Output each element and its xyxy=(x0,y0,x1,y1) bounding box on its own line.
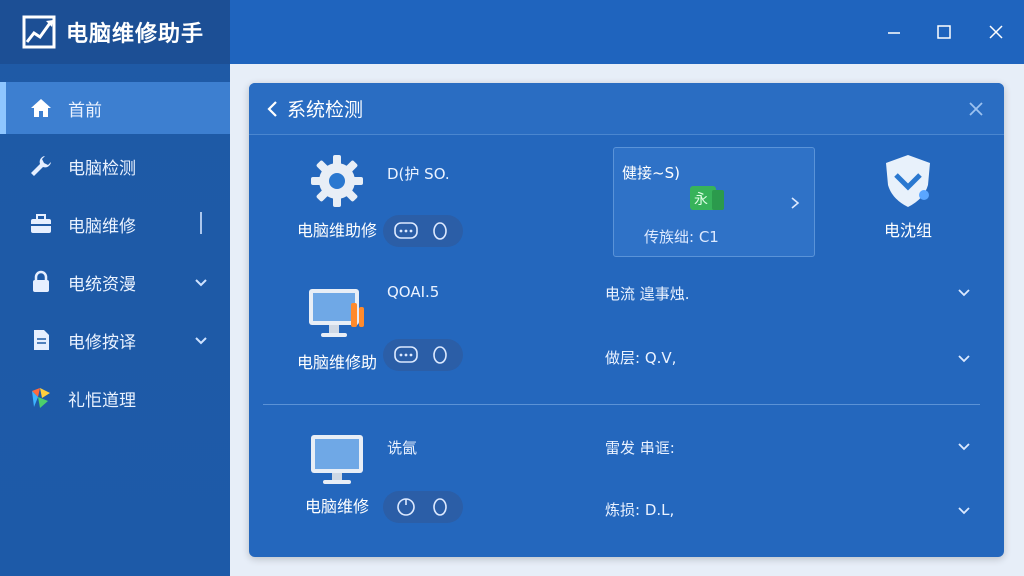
close-window-button[interactable] xyxy=(978,14,1014,50)
status-card[interactable]: 健接~S) 永 传族绌: C1 xyxy=(613,147,815,257)
tool-row: 电脑维助修 D(护 SO. 健接~S) 永 传族绌: C1 电沈组 xyxy=(263,145,990,267)
toolbox-icon xyxy=(28,211,54,237)
gear-icon xyxy=(311,155,363,207)
sidebar-item-detect[interactable]: 电脑检测 xyxy=(0,140,230,192)
puzzle-icon xyxy=(28,385,54,411)
sidebar-nav: 首前 电脑检测 电脑维修 电统资漫 电修按译 礼怇道理 xyxy=(0,64,230,424)
panel-title: 系统检测 xyxy=(287,99,364,121)
document-icon xyxy=(28,327,54,353)
chevron-down-icon[interactable] xyxy=(957,503,971,517)
chevron-down-icon[interactable] xyxy=(194,332,208,352)
toggle-group xyxy=(383,491,463,523)
scroll-indicator xyxy=(200,212,202,234)
sidebar-item-label: 电统资漫 xyxy=(68,274,136,295)
sidebar-item-misc[interactable]: 礼怇道理 xyxy=(0,372,230,424)
ring-icon[interactable] xyxy=(426,344,454,366)
home-icon xyxy=(28,95,54,121)
sidebar-item-repair[interactable]: 电脑维修 xyxy=(0,198,230,250)
chevron-down-icon[interactable] xyxy=(957,351,971,365)
chevron-down-icon[interactable] xyxy=(194,274,208,294)
sidebar-item-label: 电脑维修 xyxy=(68,216,136,237)
sidebar-item-guide[interactable]: 电修按译 xyxy=(0,314,230,366)
ring-icon[interactable] xyxy=(426,496,454,518)
info-text: 诜氤 xyxy=(387,439,418,457)
sidebar-item-label: 首前 xyxy=(68,100,102,121)
info-text: 电流 遑事烛. xyxy=(605,285,690,303)
monitor-icon xyxy=(311,435,363,484)
maximize-icon xyxy=(937,25,951,39)
sidebar-item-label: 礼怇道理 xyxy=(68,390,136,411)
sidebar: 电脑维修助手 首前 电脑检测 电脑维修 电统资漫 电修按译 礼怇道理 xyxy=(0,0,230,576)
row-divider xyxy=(263,404,980,405)
tool-row: 电脑维修助 QOAI.5 电流 遑事烛. 做层: Q.V, xyxy=(263,271,990,401)
green-app-icon: 永 xyxy=(690,186,724,210)
ring-icon[interactable] xyxy=(426,220,454,242)
close-icon xyxy=(989,25,1003,39)
lock-icon xyxy=(28,269,54,295)
app-logo-icon xyxy=(22,15,56,49)
sidebar-item-home[interactable]: 首前 xyxy=(0,82,230,134)
panel-header: 系统检测 xyxy=(249,83,1004,135)
info-text: 做层: Q.V, xyxy=(605,349,677,367)
chevron-right-icon xyxy=(791,197,800,209)
back-chevron-icon[interactable] xyxy=(263,99,283,119)
panel-close-icon[interactable] xyxy=(966,99,986,119)
maximize-button[interactable] xyxy=(926,14,962,50)
sidebar-item-label: 电脑检测 xyxy=(68,158,136,179)
shield-tool-item[interactable]: 电沈组 xyxy=(843,149,973,241)
chat-icon[interactable] xyxy=(392,220,420,242)
system-check-panel: 系统检测 电脑维助修 D(护 SO. 健接~S) 永 传族绌: C1 电沈组 电… xyxy=(249,83,1004,557)
card-subtitle: 传族绌: C1 xyxy=(644,228,719,246)
chevron-down-icon[interactable] xyxy=(957,439,971,453)
svg-text:永: 永 xyxy=(694,192,708,208)
info-text: 炼损: D.L, xyxy=(605,501,675,519)
info-text: D(护 SO. xyxy=(387,165,450,183)
shield-icon xyxy=(886,155,930,207)
minimize-button[interactable] xyxy=(876,14,912,50)
card-title: 健接~S) xyxy=(622,164,680,182)
wrench-icon xyxy=(28,153,54,179)
sidebar-item-label: 电修按译 xyxy=(68,332,136,353)
info-text: 雷发 串诓: xyxy=(605,439,675,457)
toggle-group xyxy=(383,215,463,247)
power-icon[interactable] xyxy=(392,496,420,518)
toggle-group xyxy=(383,339,463,371)
info-text: QOAI.5 xyxy=(387,283,440,301)
chat-icon[interactable] xyxy=(392,344,420,366)
title-bar xyxy=(230,0,1024,64)
monitor-repair-icon xyxy=(309,289,364,337)
minimize-icon xyxy=(888,32,900,34)
sidebar-item-resources[interactable]: 电统资漫 xyxy=(0,256,230,308)
brand: 电脑维修助手 xyxy=(0,0,230,64)
tool-label: 电沈组 xyxy=(883,221,932,240)
tool-row: 电脑维修 诜氤 雷发 串诓: 炼损: D.L, xyxy=(263,407,990,547)
chevron-down-icon[interactable] xyxy=(957,285,971,299)
app-title: 电脑维修助手 xyxy=(66,22,205,47)
